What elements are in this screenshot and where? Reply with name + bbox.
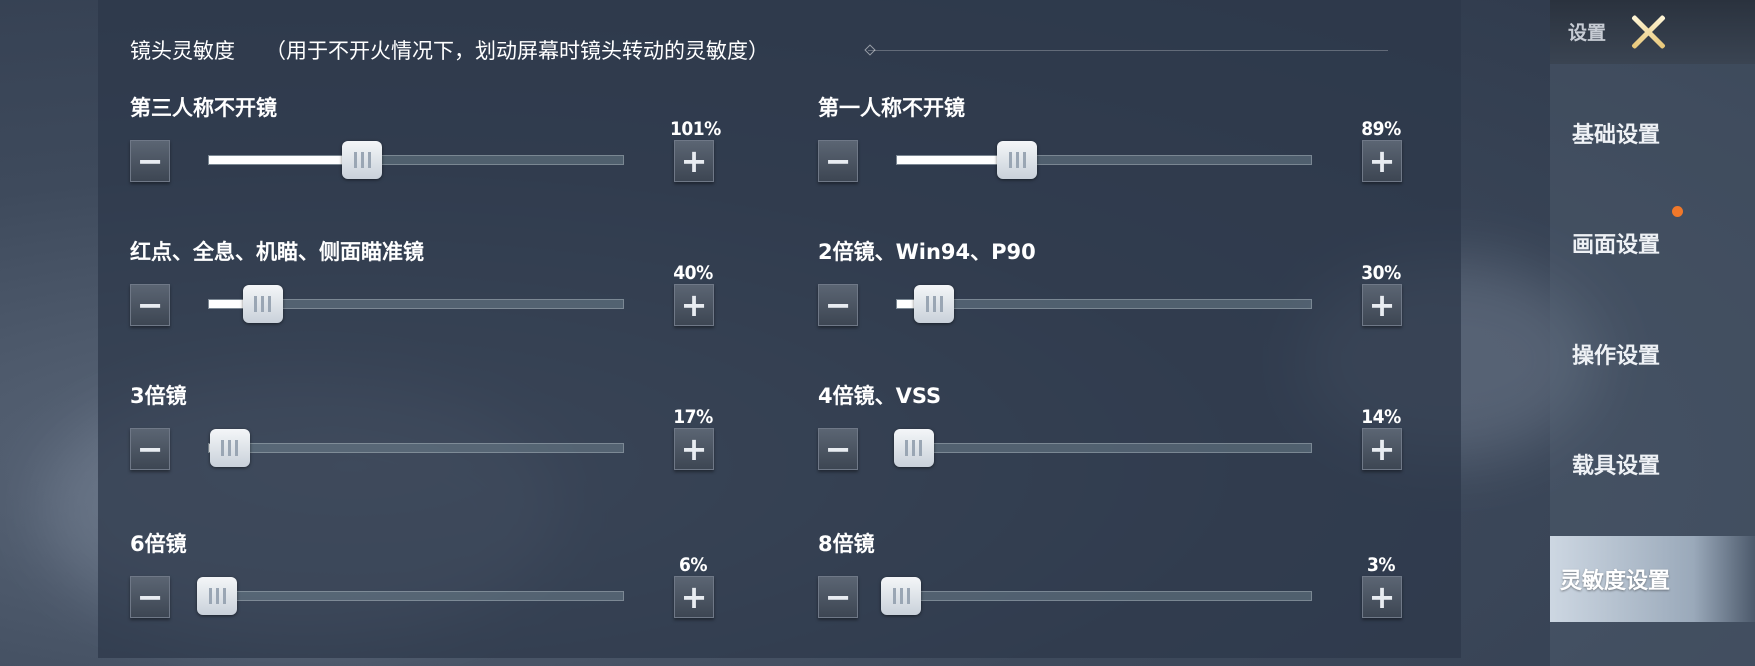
sidebar-item-label: 操作设置 [1572, 344, 1661, 369]
slider-handle[interactable] [242, 285, 283, 323]
sidebar-item-label: 画面设置 [1572, 233, 1661, 258]
sensitivity-setting: 6倍镜 6% − + [130, 528, 730, 638]
sensitivity-setting: 4倍镜、VSS 14% − + [818, 380, 1418, 490]
setting-label: 红点、全息、机瞄、侧面瞄准镜 [130, 240, 424, 264]
setting-label: 第一人称不开镜 [818, 96, 965, 120]
header-divider [868, 50, 1388, 51]
increase-button[interactable]: + [674, 428, 714, 470]
section-header: 镜头灵敏度 （用于不开火情况下，划动屏幕时镜头转动的灵敏度） [130, 30, 769, 70]
slider-fill [209, 156, 363, 164]
sensitivity-setting: 第三人称不开镜 101% − + [130, 92, 730, 202]
sidebar-item-controls[interactable]: 操作设置 [1550, 314, 1755, 394]
setting-label: 3倍镜 [130, 384, 187, 408]
decrease-button[interactable]: − [130, 140, 170, 182]
setting-label: 4倍镜、VSS [818, 384, 942, 408]
sensitivity-slider[interactable] [208, 141, 624, 179]
decrease-button[interactable]: − [130, 284, 170, 326]
setting-label: 6倍镜 [130, 532, 187, 556]
slider-handle[interactable] [914, 285, 955, 323]
increase-button[interactable]: + [1362, 428, 1402, 470]
increase-button[interactable]: + [1362, 284, 1402, 326]
setting-label: 第三人称不开镜 [130, 96, 277, 120]
section-note: （用于不开火情况下，划动屏幕时镜头转动的灵敏度） [265, 39, 769, 63]
sidebar-item-label: 载具设置 [1572, 454, 1661, 479]
sidebar-item-basic[interactable]: 基础设置 [1550, 93, 1755, 173]
slider-handle[interactable] [209, 429, 250, 467]
sensitivity-slider[interactable] [197, 577, 624, 615]
decrease-button[interactable]: − [818, 428, 858, 470]
setting-value: 89% [1361, 118, 1401, 140]
sidebar-item-vehicle[interactable]: 载具设置 [1550, 424, 1755, 504]
sensitivity-setting: 第一人称不开镜 89% − + [818, 92, 1418, 202]
sidebar-item-label: 灵敏度设置 [1560, 569, 1671, 594]
sensitivity-slider[interactable] [208, 429, 624, 467]
setting-label: 8倍镜 [818, 532, 875, 556]
sensitivity-slider[interactable] [896, 141, 1312, 179]
slider-handle[interactable] [197, 577, 238, 615]
sidebar-header: 设置 [1550, 0, 1755, 64]
decrease-button[interactable]: − [818, 576, 858, 618]
decrease-button[interactable]: − [818, 284, 858, 326]
close-icon[interactable] [1628, 12, 1668, 52]
increase-button[interactable]: + [1362, 140, 1402, 182]
decrease-button[interactable]: − [130, 576, 170, 618]
decrease-button[interactable]: − [130, 428, 170, 470]
sensitivity-panel: 镜头灵敏度 （用于不开火情况下，划动屏幕时镜头转动的灵敏度） 第三人称不开镜 10… [98, 0, 1461, 658]
setting-value: 101% [670, 118, 721, 140]
decrease-button[interactable]: − [818, 140, 858, 182]
sensitivity-slider[interactable] [896, 285, 1312, 323]
sensitivity-setting: 红点、全息、机瞄、侧面瞄准镜 40% − + [130, 236, 730, 346]
slider-handle[interactable] [881, 577, 922, 615]
increase-button[interactable]: + [1362, 576, 1402, 618]
sidebar-item-label: 基础设置 [1572, 123, 1661, 148]
increase-button[interactable]: + [674, 576, 714, 618]
sidebar-item-graphics[interactable]: 画面设置 [1550, 203, 1755, 283]
setting-value: 30% [1361, 262, 1401, 284]
sensitivity-setting: 3倍镜 17% − + [130, 380, 730, 490]
sidebar-title: 设置 [1568, 22, 1607, 44]
setting-value: 17% [673, 406, 713, 428]
section-title: 镜头灵敏度 [130, 39, 235, 63]
increase-button[interactable]: + [674, 140, 714, 182]
sidebar-item-sensitivity[interactable]: 灵敏度设置 [1550, 536, 1755, 622]
sensitivity-slider[interactable] [881, 577, 1312, 615]
sensitivity-setting: 2倍镜、Win94、P90 30% − + [818, 236, 1418, 346]
sensitivity-slider[interactable] [893, 429, 1312, 467]
setting-label: 2倍镜、Win94、P90 [818, 240, 1036, 264]
slider-handle[interactable] [997, 141, 1038, 179]
setting-value: 40% [673, 262, 713, 284]
setting-value: 14% [1361, 406, 1401, 428]
slider-handle[interactable] [342, 141, 383, 179]
setting-value: 3% [1366, 554, 1396, 576]
increase-button[interactable]: + [674, 284, 714, 326]
setting-value: 6% [678, 554, 708, 576]
sensitivity-setting: 8倍镜 3% − + [818, 528, 1418, 638]
notification-dot [1672, 206, 1683, 217]
sensitivity-slider[interactable] [208, 285, 624, 323]
slider-handle[interactable] [893, 429, 934, 467]
